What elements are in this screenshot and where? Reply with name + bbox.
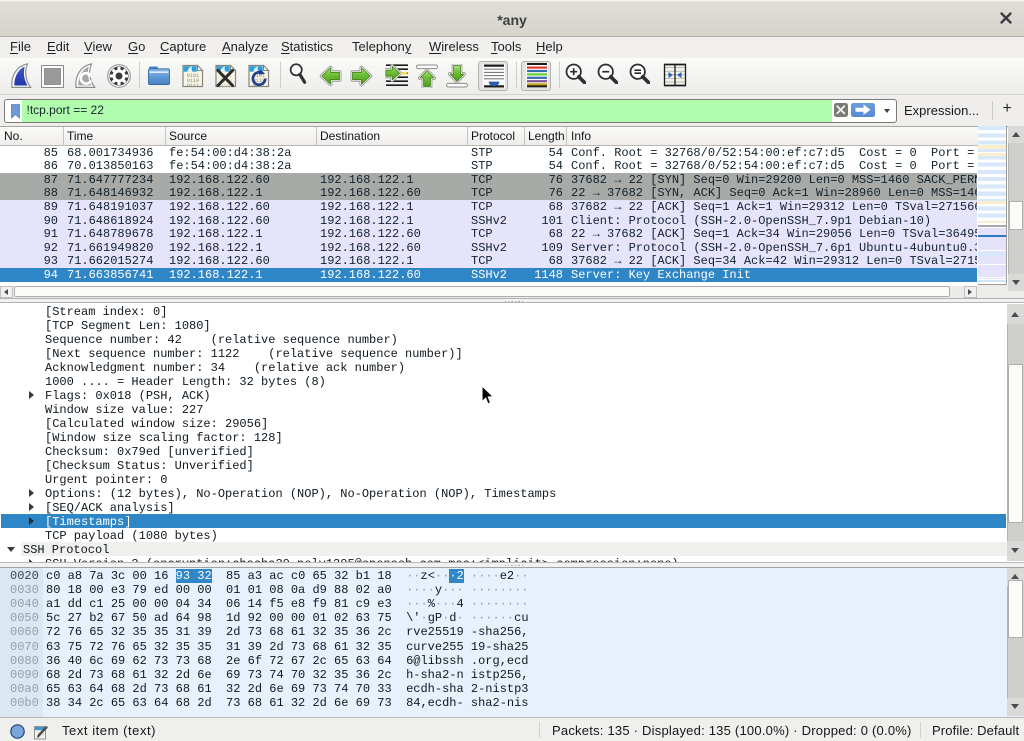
svg-text:0111: 0111 bbox=[187, 83, 199, 88]
